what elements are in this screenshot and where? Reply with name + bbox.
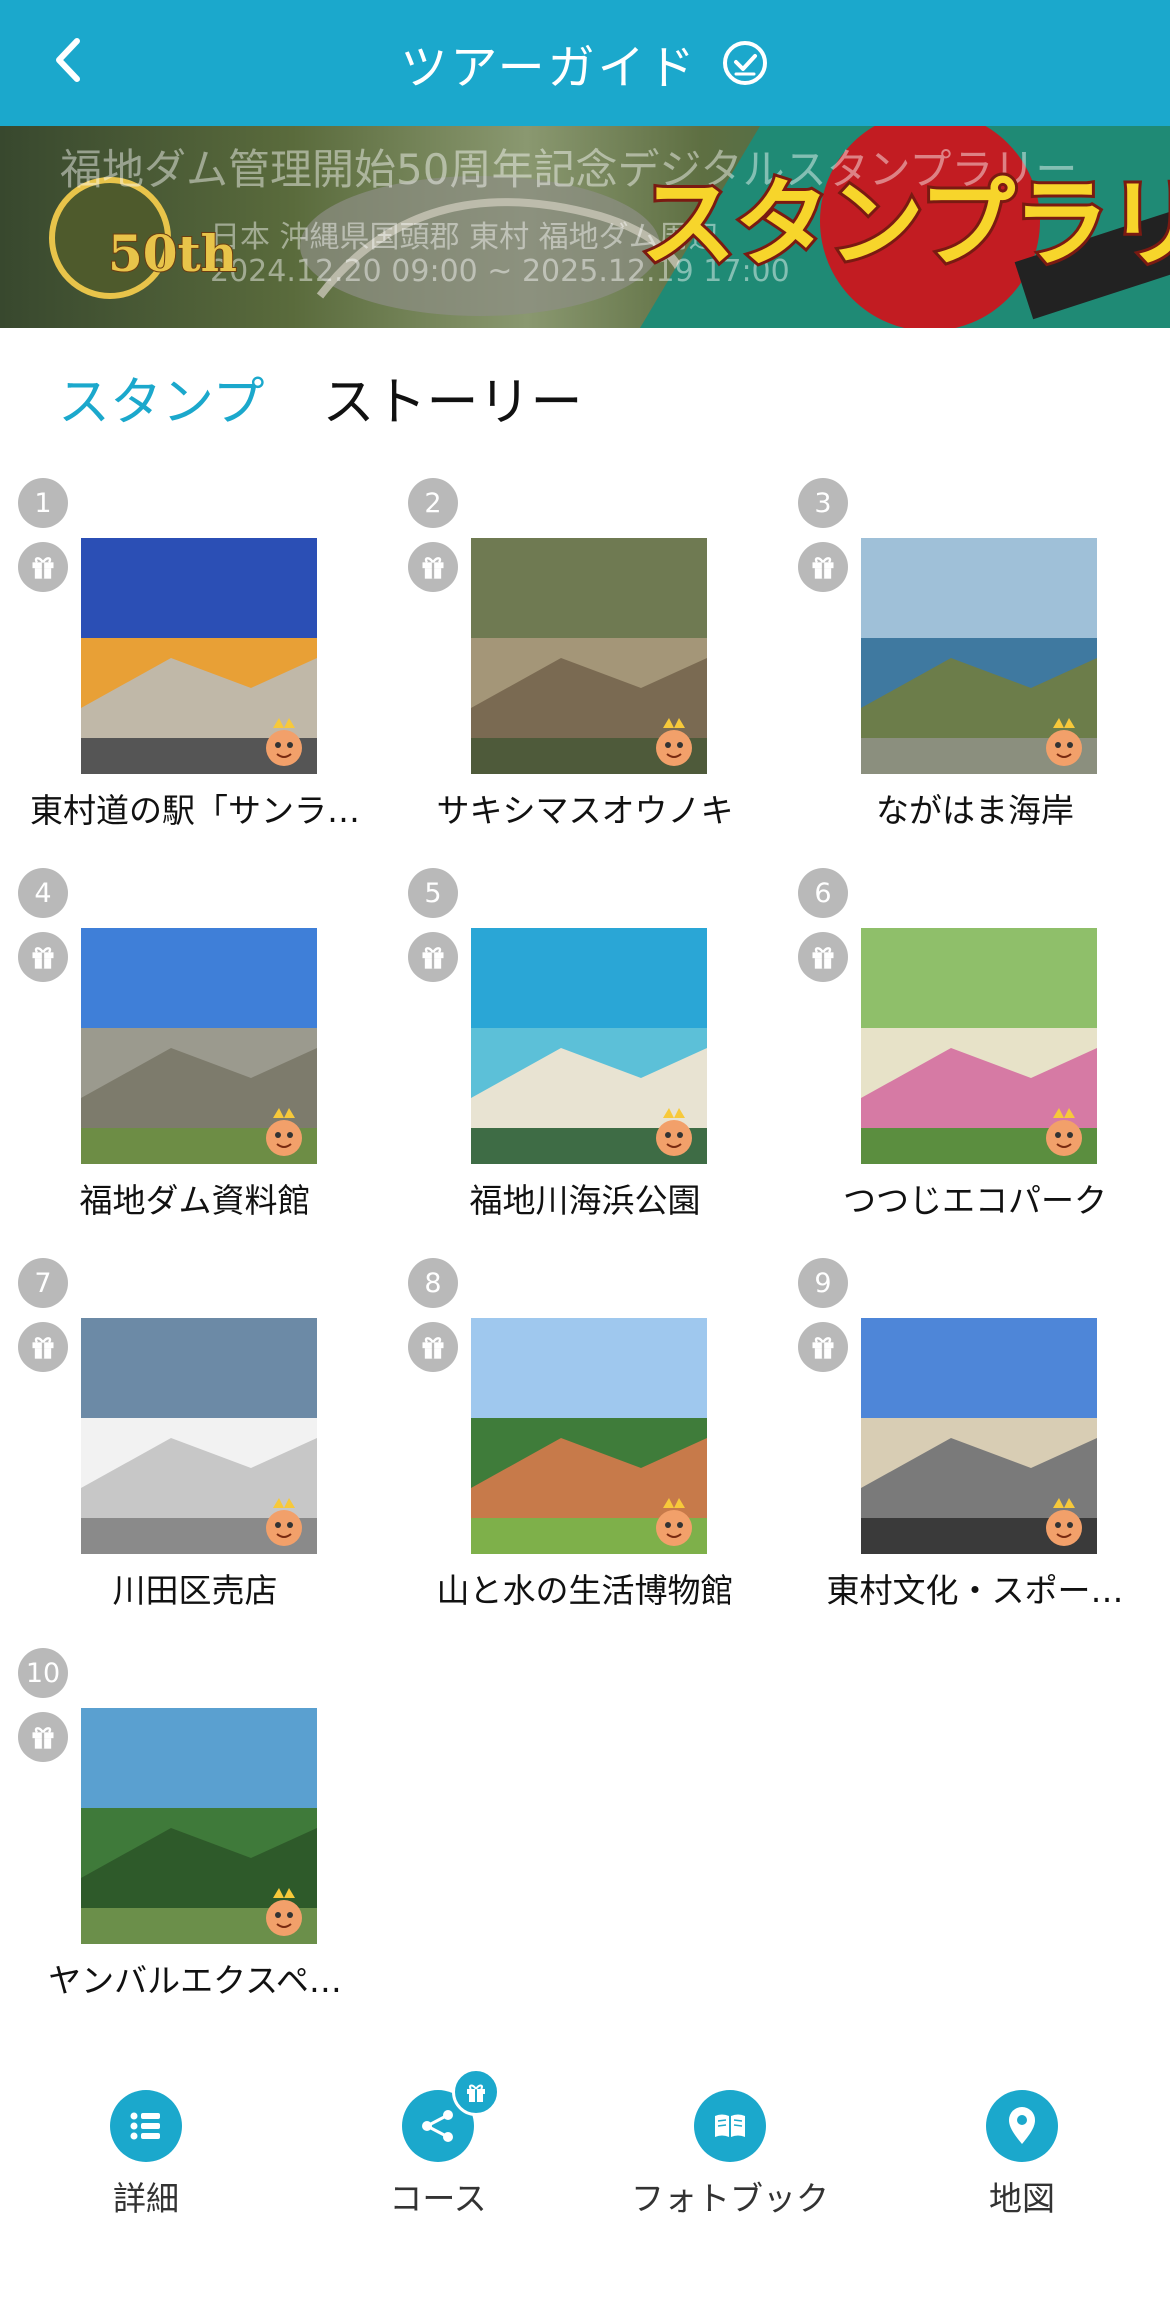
mascot-icon xyxy=(1046,718,1082,766)
spot-photo[interactable] xyxy=(81,928,317,1164)
spot-name: 川田区売店 xyxy=(112,1571,278,1610)
mascot-icon xyxy=(656,1498,692,1546)
spot-photo[interactable] xyxy=(861,538,1097,774)
page-title: ツアーガイド xyxy=(400,40,698,96)
spot-name: 福地ダム資料館 xyxy=(79,1181,311,1220)
mascot-icon xyxy=(1046,1108,1082,1156)
gift-icon xyxy=(18,1712,68,1762)
stamp-spot[interactable]: 5 福地川海浜公園 xyxy=(390,868,780,1258)
mascot-icon xyxy=(656,1108,692,1156)
nav-map[interactable]: 地図 xyxy=(876,2090,1168,2220)
nav-photobook-label: フォトブック xyxy=(631,2179,829,2218)
stamp-spot[interactable]: 4 福地ダム資料館 xyxy=(0,868,390,1258)
spot-number-badge: 8 xyxy=(408,1258,458,1308)
gift-icon xyxy=(18,542,68,592)
app-header: ツアーガイド xyxy=(0,0,1170,126)
mascot-icon xyxy=(266,1498,302,1546)
stamp-spot[interactable]: 3 ながはま海岸 xyxy=(780,478,1170,868)
nav-details-label: 詳細 xyxy=(113,2179,179,2218)
spot-photo[interactable] xyxy=(861,1318,1097,1554)
nav-details[interactable]: 詳細 xyxy=(0,2090,292,2220)
gift-icon xyxy=(18,932,68,982)
bottom-nav: 詳細 コース フォトブック 地図 xyxy=(0,2068,1170,2270)
stamp-spot[interactable]: 8 山と水の生活博物館 xyxy=(390,1258,780,1648)
share-icon xyxy=(402,2068,500,2162)
nav-course[interactable]: コース xyxy=(292,2068,584,2220)
gift-icon xyxy=(798,1322,848,1372)
stamp-spot[interactable]: 2 サキシマスオウノキ xyxy=(390,478,780,868)
spot-name: 福地川海浜公園 xyxy=(469,1181,701,1220)
event-banner: 福地ダム管理開始50周年記念デジタルスタンプラリー 日本 沖縄県国頭郡 東村 福… xyxy=(0,126,1170,328)
spot-photo[interactable] xyxy=(81,1708,317,1944)
tab-stamp[interactable]: スタンプ xyxy=(58,360,264,435)
nav-photobook[interactable]: フォトブック xyxy=(584,2090,876,2220)
spot-number-badge: 2 xyxy=(408,478,458,528)
spot-name: 東村文化・スポー… xyxy=(826,1571,1124,1610)
gift-icon xyxy=(18,1322,68,1372)
spot-number-badge: 10 xyxy=(18,1648,68,1698)
spot-number-badge: 9 xyxy=(798,1258,848,1308)
map-pin-icon xyxy=(986,2090,1058,2162)
stamp-spot[interactable]: 7 川田区売店 xyxy=(0,1258,390,1648)
list-icon xyxy=(110,2090,182,2162)
gift-icon xyxy=(798,542,848,592)
stamp-spot[interactable]: 10 ヤンバルエクスペ… xyxy=(0,1648,390,2038)
spot-number-badge: 7 xyxy=(18,1258,68,1308)
mascot-icon xyxy=(266,718,302,766)
book-icon xyxy=(694,2090,766,2162)
spot-photo[interactable] xyxy=(81,538,317,774)
spot-number-badge: 4 xyxy=(18,868,68,918)
spot-name: つつじエコパーク xyxy=(843,1181,1107,1220)
tab-bar: スタンプ ストーリー xyxy=(58,360,582,435)
banner-rally-text: スタンプラリー xyxy=(637,165,1170,283)
nav-map-label: 地図 xyxy=(989,2179,1055,2218)
spot-photo[interactable] xyxy=(81,1318,317,1554)
mascot-icon xyxy=(266,1108,302,1156)
gift-icon xyxy=(452,2068,500,2116)
tab-story[interactable]: ストーリー xyxy=(322,360,582,435)
stamp-spot[interactable]: 6 つつじエコパーク xyxy=(780,868,1170,1258)
mascot-icon xyxy=(656,718,692,766)
spot-photo[interactable] xyxy=(471,928,707,1164)
spot-name: 東村道の駅「サンラ… xyxy=(30,791,360,830)
stamp-spot[interactable]: 1 東村道の駅「サンラ… xyxy=(0,478,390,868)
nav-course-label: コース xyxy=(389,2179,487,2218)
spot-number-badge: 6 xyxy=(798,868,848,918)
gift-icon xyxy=(408,542,458,592)
spot-name: サキシマスオウノキ xyxy=(436,791,734,830)
gift-icon xyxy=(798,932,848,982)
gift-icon xyxy=(408,1322,458,1372)
spot-photo[interactable] xyxy=(861,928,1097,1164)
check-circle-icon[interactable] xyxy=(720,38,770,88)
spot-name: 山と水の生活博物館 xyxy=(436,1571,734,1610)
spot-number-badge: 5 xyxy=(408,868,458,918)
mascot-icon xyxy=(1046,1498,1082,1546)
mascot-icon xyxy=(266,1888,302,1936)
gift-icon xyxy=(408,932,458,982)
anniversary-logo: 50th xyxy=(107,223,238,284)
stamp-spot[interactable]: 9 東村文化・スポー… xyxy=(780,1258,1170,1648)
spot-photo[interactable] xyxy=(471,538,707,774)
spot-name: ヤンバルエクスペ… xyxy=(48,1961,342,2000)
spot-photo[interactable] xyxy=(471,1318,707,1554)
spot-name: ながはま海岸 xyxy=(876,791,1074,830)
spot-number-badge: 3 xyxy=(798,478,848,528)
spot-number-badge: 1 xyxy=(18,478,68,528)
